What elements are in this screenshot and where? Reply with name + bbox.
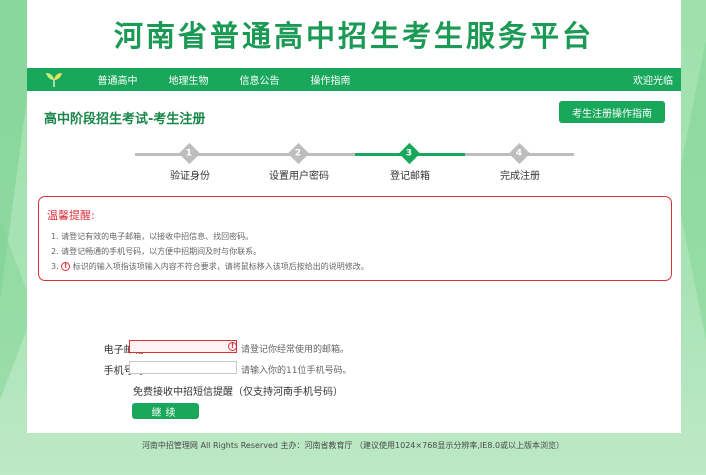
step-marker: 4: [508, 142, 531, 165]
email-field[interactable]: [129, 340, 237, 353]
phone-row: 手机号码: 请输入你的11位手机号码。: [27, 361, 681, 377]
notice-line: 2. 请登记畅通的手机号码，以方便中招期间及时与你联系。: [51, 247, 262, 256]
notice-title: 温馨提醒:: [47, 209, 95, 222]
registration-guide-button[interactable]: 考生注册操作指南: [559, 101, 665, 123]
step-marker: 2: [287, 142, 310, 165]
notice-line: 3. ! 标识的输入项指该项输入内容不符合要求，请将鼠标移入该项后按给出的说明修…: [51, 262, 369, 271]
continue-button[interactable]: 继续: [132, 403, 199, 419]
step-marker: 1: [178, 142, 201, 165]
welcome-text: 欢迎光临: [633, 76, 673, 87]
step-label: 完成注册: [500, 171, 540, 182]
footer-text: 河南中招管理网 All Rights Reserved 主办：河南省教育厅 （建…: [141, 441, 565, 450]
phone-hint: 请输入你的11位手机号码。: [241, 366, 352, 376]
nav-item-announcements[interactable]: 信息公告: [224, 72, 295, 87]
site-title: 河南省普通高中招生考生服务平台: [113, 19, 594, 53]
site-banner: 河南省普通高中招生考生服务平台: [27, 0, 681, 68]
error-mark-icon: !: [61, 262, 71, 271]
page-header: 高中阶段招生考试-考生注册 考生注册操作指南: [27, 91, 681, 139]
step-label: 设置用户密码: [269, 171, 329, 182]
progress-steps: 1 2 3 4 验证身份 设置用户密码 登记邮箱 完成注册: [0, 140, 654, 182]
email-row: 电子邮箱: ! 请登记你经常使用的邮箱。: [27, 340, 681, 356]
nav-item-guide[interactable]: 操作指南: [295, 72, 366, 87]
page-title: 高中阶段招生考试-考生注册: [44, 112, 206, 127]
sms-reminder-text: 免费接收中招短信提醒（仅支持河南手机号码）: [133, 387, 343, 398]
step-label: 验证身份: [170, 171, 210, 182]
leaf-logo-icon[interactable]: [44, 72, 64, 88]
error-mark-icon: !: [228, 342, 237, 351]
top-nav: 普通高中 地理生物 信息公告 操作指南 欢迎光临: [27, 68, 681, 91]
nav-item-geo-bio[interactable]: 地理生物: [153, 72, 224, 87]
step-marker-active: 3: [398, 142, 421, 165]
notice-line: 1. 请登记有效的电子邮箱，以接收中招信息、找回密码。: [51, 232, 254, 241]
phone-field[interactable]: [129, 361, 237, 374]
nav-item-high-school[interactable]: 普通高中: [82, 72, 153, 87]
step-label: 登记邮箱: [390, 171, 430, 182]
email-hint: 请登记你经常使用的邮箱。: [241, 345, 350, 355]
notice-box: 温馨提醒: 1. 请登记有效的电子邮箱，以接收中招信息、找回密码。 2. 请登记…: [38, 196, 672, 281]
